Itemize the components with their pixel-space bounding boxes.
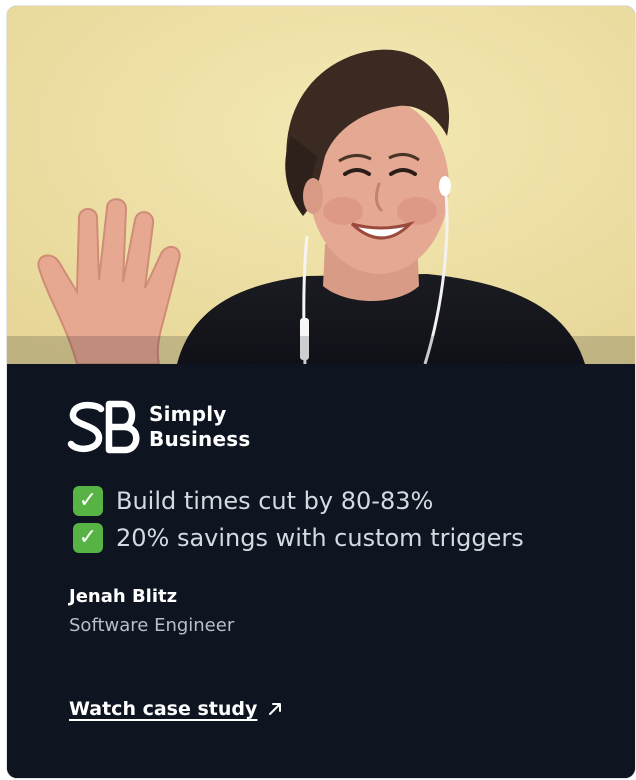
highlight-text: 20% savings with custom triggers xyxy=(116,523,524,552)
highlight-item: ✓ Build times cut by 80-83% xyxy=(73,482,524,519)
case-study-card: Simply Business ✓ Build times cut by 80-… xyxy=(7,6,635,778)
highlight-item: ✓ 20% savings with custom triggers xyxy=(73,519,524,556)
person-waving-illustration xyxy=(7,6,635,364)
person-role: Software Engineer xyxy=(69,615,235,636)
case-study-content: Simply Business ✓ Build times cut by 80-… xyxy=(7,364,635,778)
sb-logo-mark-icon xyxy=(67,400,140,454)
testimonial-photo xyxy=(7,6,635,364)
check-mark-icon: ✓ xyxy=(73,485,103,516)
brand-name-line-2: Business xyxy=(149,427,251,451)
brand-name-line-1: Simply xyxy=(149,402,227,426)
watch-case-study-label[interactable]: Watch case study xyxy=(69,698,257,720)
highlight-text: Build times cut by 80-83% xyxy=(116,486,434,515)
check-mark-icon: ✓ xyxy=(73,522,103,553)
arrow-up-right-icon[interactable] xyxy=(267,701,283,717)
person-name: Jenah Blitz xyxy=(69,586,178,607)
simply-business-logo: Simply Business xyxy=(67,398,250,456)
brand-name: Simply Business xyxy=(149,402,250,452)
watch-case-study-link[interactable]: Watch case study xyxy=(69,698,283,720)
highlights-list: ✓ Build times cut by 80-83% ✓ 20% saving… xyxy=(73,482,524,556)
